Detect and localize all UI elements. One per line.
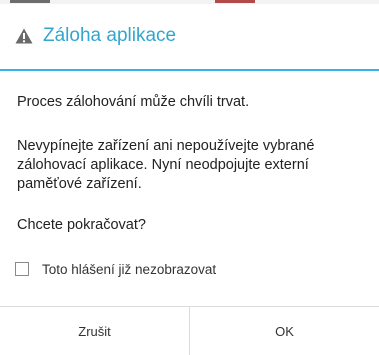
ok-button[interactable]: OK [190,307,379,355]
dialog-message-question: Chcete pokračovat? [17,217,146,233]
background-fragment [10,0,50,3]
dialog-title: Záloha aplikace [43,25,177,46]
dialog-message-duration: Proces zálohování může chvíli trvat. [17,94,250,110]
background-fragment [215,0,255,3]
dialog-title-bar: Záloha aplikace [0,4,379,68]
dialog-message-warning: Nevypínejte zařízení ani nepoužívejte vy… [17,138,315,192]
backup-dialog: Záloha aplikace Proces zálohování může c… [0,4,379,355]
checkbox-box[interactable] [15,262,29,276]
title-divider [0,69,379,71]
dialog-button-bar: Zrušit OK [0,307,379,355]
cancel-button[interactable]: Zrušit [0,307,189,355]
checkbox-label: Toto hlášení již nezobrazovat [42,261,217,277]
dont-show-again-checkbox[interactable]: Toto hlášení již nezobrazovat [15,259,216,279]
warning-icon [15,28,33,44]
